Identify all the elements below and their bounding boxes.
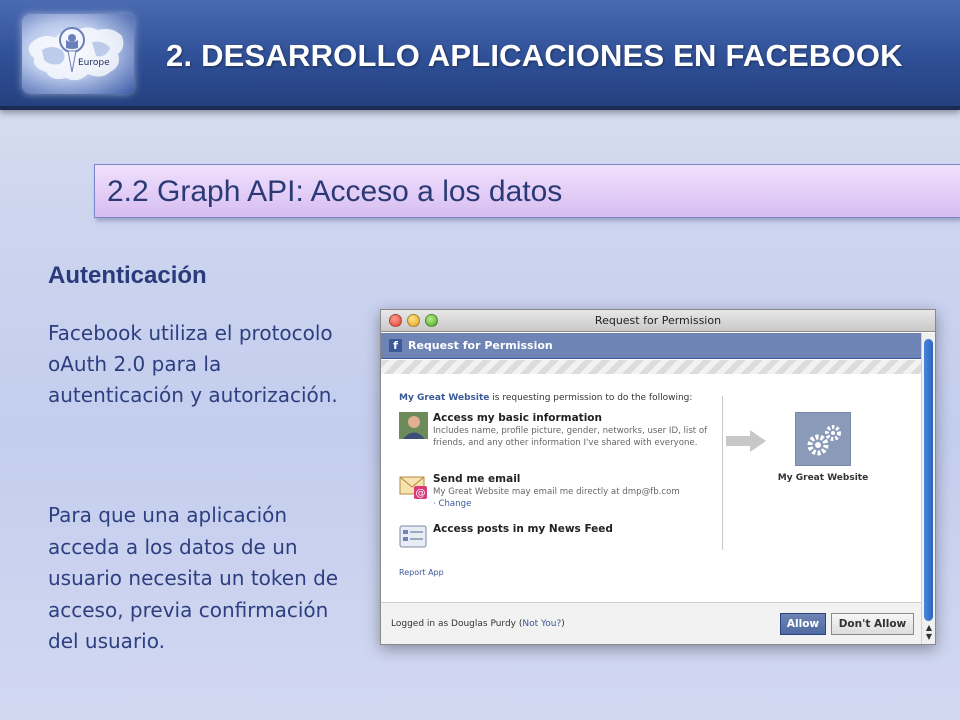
report-app-link[interactable]: Report App: [399, 568, 444, 577]
user-avatar-icon: [399, 412, 428, 439]
striped-divider: [381, 360, 921, 374]
vertical-divider: [722, 396, 723, 550]
news-feed-icon: [399, 525, 427, 548]
paragraph-token: Para que una aplicación acceda a los dat…: [48, 503, 339, 653]
window-title: Request for Permission: [594, 314, 722, 327]
facebook-header-bar: f Request for Permission: [381, 333, 921, 359]
allow-button[interactable]: Allow: [780, 613, 826, 635]
request-line: My Great Website is requesting permissio…: [399, 393, 692, 403]
slide-header: Europe 2. DESARROLLO APLICACIONES EN FAC…: [0, 0, 960, 110]
request-text: is requesting permission to do the follo…: [489, 393, 693, 403]
request-site-name[interactable]: My Great Website: [399, 393, 489, 403]
scroll-up-arrow-icon[interactable]: ▲: [924, 623, 934, 632]
slide-title: 2. DESARROLLO APLICACIONES EN FACEBOOK: [166, 38, 903, 73]
permission-title: Access my basic information: [433, 412, 602, 424]
scrollbar-thumb[interactable]: [924, 339, 933, 621]
permission-dialog: Request for Permission f Request for Per…: [380, 309, 936, 645]
dialog-footer: Logged in as Douglas Purdy (Not You?) Al…: [381, 602, 921, 644]
logo-label: Europe: [78, 58, 110, 68]
permission-title: Access posts in my News Feed: [433, 523, 613, 535]
logged-in-suffix: ): [561, 619, 565, 629]
facebook-bar-title: Request for Permission: [408, 339, 553, 352]
app-gears-icon: [795, 412, 851, 466]
location-pin-icon: [59, 27, 85, 73]
email-icon: @: [399, 476, 427, 499]
facebook-logo-icon: f: [389, 339, 402, 352]
scroll-down-arrow-icon[interactable]: ▼: [924, 632, 934, 641]
window-titlebar: Request for Permission: [381, 310, 935, 332]
subtitle-text: 2.2 Graph API: Acceso a los datos: [107, 175, 563, 208]
permission-description-text: My Great Website may email me directly a…: [433, 487, 680, 497]
permission-title: Send me email: [433, 473, 521, 485]
change-email-link[interactable]: · Change: [433, 499, 471, 509]
permission-description: My Great Website may email me directly a…: [433, 487, 723, 510]
app-name: My Great Website: [777, 473, 869, 483]
dont-allow-button[interactable]: Don't Allow: [831, 613, 914, 635]
not-you-link[interactable]: Not You?: [522, 619, 561, 629]
logged-in-status: Logged in as Douglas Purdy (Not You?): [391, 619, 565, 629]
permission-description: Includes name, profile picture, gender, …: [433, 426, 708, 448]
subtitle-banner: 2.2 Graph API: Acceso a los datos: [94, 164, 960, 218]
europe-map-logo: Europe: [22, 14, 134, 94]
section-heading: Autenticación: [48, 262, 207, 289]
arrow-right-icon: [726, 430, 766, 452]
paragraph-oauth: Facebook utiliza el protocolo oAuth 2.0 …: [48, 321, 338, 407]
logged-in-prefix: Logged in as Douglas Purdy (: [391, 619, 523, 629]
vertical-scrollbar[interactable]: ▲ ▼: [921, 333, 935, 644]
svg-text:@: @: [416, 488, 426, 499]
